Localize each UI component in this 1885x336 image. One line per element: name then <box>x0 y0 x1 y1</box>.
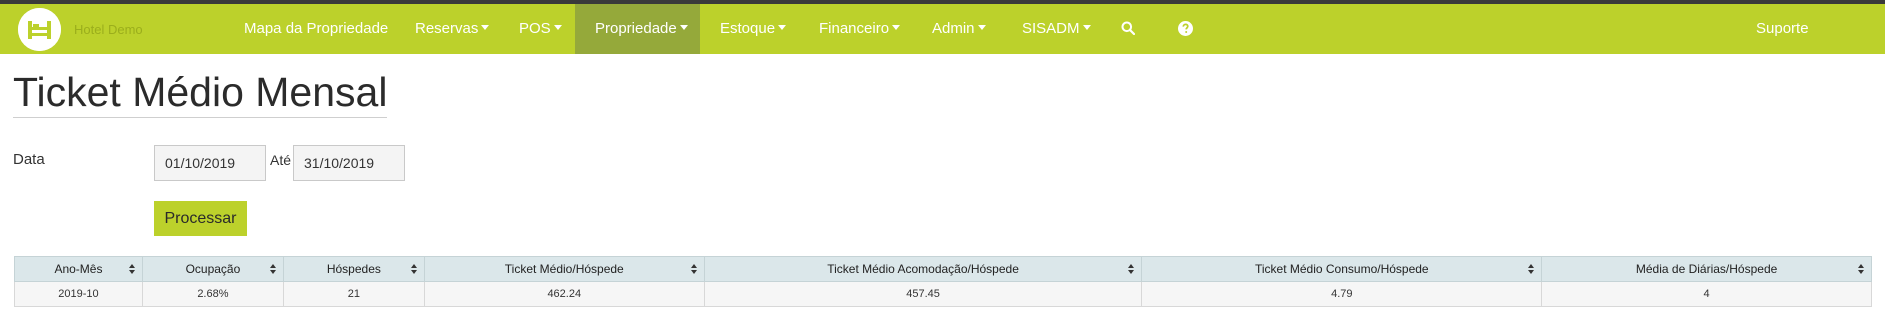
results-table: Ano-Mês Ocupação Hóspedes Ticket Médio/H… <box>14 256 1872 307</box>
column-header-ocupacao[interactable]: Ocupação <box>141 256 284 282</box>
caret-down-icon <box>977 25 986 30</box>
sort-icon <box>1858 264 1865 275</box>
start-date-input[interactable] <box>154 145 266 181</box>
nav-label: Mapa da Propriedade <box>244 20 389 37</box>
nav-propriedade[interactable]: Propriedade <box>575 4 700 54</box>
nav-label: Estoque <box>720 20 776 37</box>
column-header-label: Média de Diárias/Hóspede <box>1635 262 1778 276</box>
sort-icon <box>269 264 277 275</box>
to-label: Até <box>270 152 292 168</box>
sort-icon <box>1528 264 1535 275</box>
nav-pos[interactable]: POS <box>519 4 562 54</box>
nav-label: Propriedade <box>595 20 677 37</box>
column-header-ano-mes[interactable]: Ano-Mês <box>14 256 143 282</box>
caret-down-icon <box>778 25 787 30</box>
table-header-row: Ano-Mês Ocupação Hóspedes Ticket Médio/H… <box>14 256 1872 282</box>
cell-ticket-medio-consumo: 4.79 <box>1141 281 1543 307</box>
nav-financeiro[interactable]: Financeiro <box>819 4 901 54</box>
nav-label: Suporte <box>1756 20 1809 37</box>
column-header-media-diarias[interactable]: Média de Diárias/Hóspede <box>1541 256 1872 282</box>
end-date-input[interactable] <box>293 145 405 181</box>
cell-hospedes: 21 <box>282 281 425 307</box>
nav-suporte[interactable]: Suporte <box>1756 4 1809 54</box>
sort-icon <box>1128 264 1135 275</box>
cell-ocupacao: 2.68% <box>141 281 284 307</box>
cell-media-diarias: 4 <box>1541 281 1872 307</box>
column-header-ticket-medio-acomodacao[interactable]: Ticket Médio Acomodação/Hóspede <box>703 256 1143 282</box>
nav-label: Reservas <box>415 20 479 37</box>
nav-mapa-da-propriedade[interactable]: Mapa da Propriedade <box>244 4 388 54</box>
question-circle-icon[interactable] <box>1178 21 1193 41</box>
column-header-label: Ano-Mês <box>54 262 103 276</box>
column-header-label: Hóspedes <box>326 262 381 276</box>
table-row: 2019-10 2.68% 21 462.24 457.45 4.79 4 <box>14 281 1872 307</box>
bed-logo-icon[interactable] <box>18 8 61 51</box>
nav-label: Financeiro <box>819 20 890 37</box>
search-icon[interactable] <box>1121 21 1136 40</box>
sort-icon <box>410 264 418 275</box>
column-header-ticket-medio-consumo[interactable]: Ticket Médio Consumo/Hóspede <box>1141 256 1543 282</box>
nav-label: Admin <box>932 20 975 37</box>
page-title: Ticket Médio Mensal <box>13 69 388 119</box>
cell-ticket-medio-hospede: 462.24 <box>423 281 705 307</box>
caret-down-icon <box>679 25 688 30</box>
process-button[interactable]: Processar <box>154 201 247 236</box>
caret-down-icon <box>553 25 562 30</box>
column-header-hospedes[interactable]: Hóspedes <box>282 256 425 282</box>
column-header-ticket-medio-hospede[interactable]: Ticket Médio/Hóspede <box>423 256 705 282</box>
column-header-label: Ocupação <box>185 262 241 276</box>
nav-reservas[interactable]: Reservas <box>415 4 490 54</box>
column-header-label: Ticket Médio Consumo/Hóspede <box>1254 262 1429 276</box>
sort-icon <box>690 264 698 275</box>
sort-icon <box>128 264 136 275</box>
column-header-label: Ticket Médio/Hóspede <box>504 262 624 276</box>
caret-down-icon <box>892 25 901 30</box>
nav-admin[interactable]: Admin <box>932 4 986 54</box>
caret-down-icon <box>1082 25 1091 30</box>
cell-ticket-medio-acomodacao: 457.45 <box>703 281 1143 307</box>
cell-ano-mes: 2019-10 <box>14 281 143 307</box>
column-header-label: Ticket Médio Acomodação/Hóspede <box>827 262 1019 276</box>
date-label: Data <box>13 151 45 168</box>
caret-down-icon <box>481 25 490 30</box>
top-navbar: Hotel Demo Mapa da Propriedade Reservas … <box>0 4 1885 54</box>
nav-label: SISADM <box>1022 20 1080 37</box>
nav-estoque[interactable]: Estoque <box>720 4 787 54</box>
nav-sisadm[interactable]: SISADM <box>1022 4 1091 54</box>
brand-name[interactable]: Hotel Demo <box>74 22 143 37</box>
nav-label: POS <box>519 20 551 37</box>
